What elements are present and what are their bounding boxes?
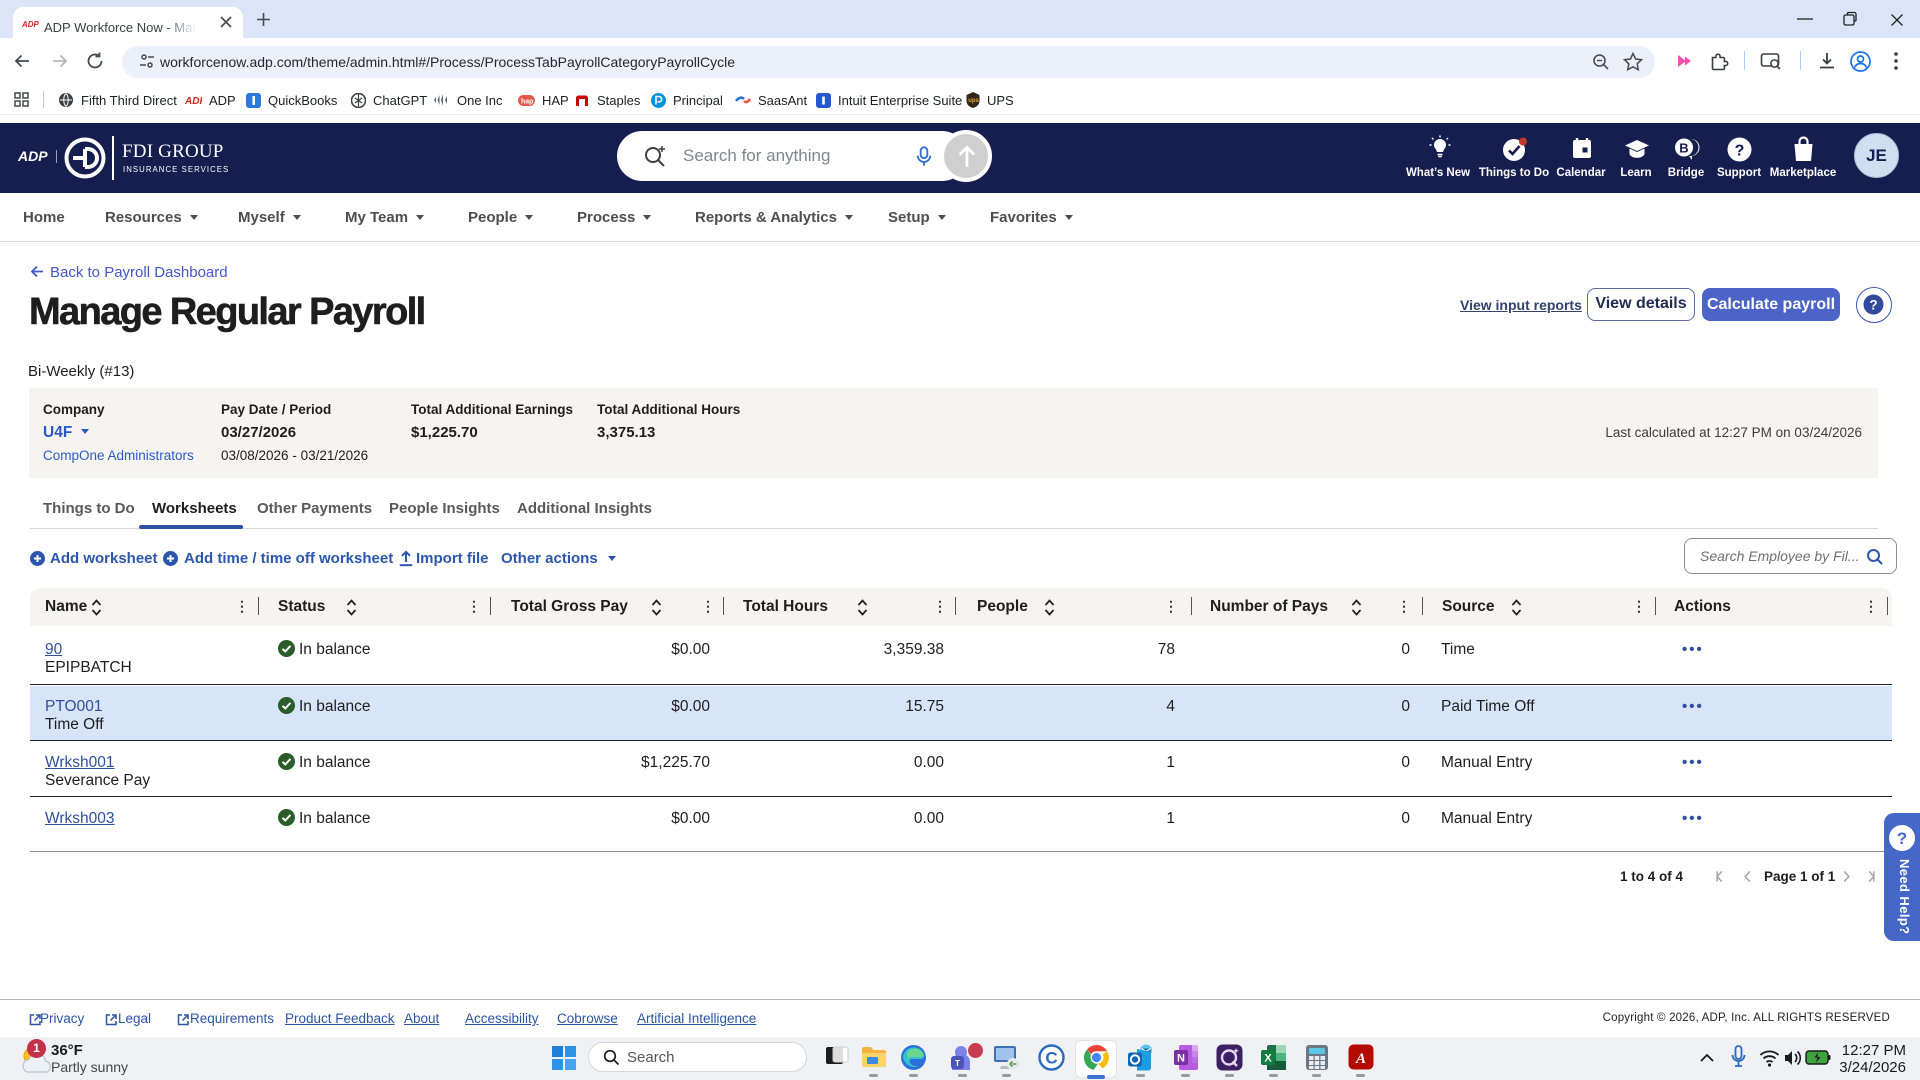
svg-text:C: C — [1045, 1049, 1057, 1068]
svg-text:X: X — [1264, 1053, 1272, 1065]
svg-text:ADP: ADP — [22, 20, 40, 29]
svg-text:A: A — [1355, 1051, 1366, 1067]
svg-text:N: N — [1177, 1053, 1185, 1065]
svg-text:hap: hap — [521, 98, 533, 105]
svg-text:?: ? — [1735, 143, 1745, 160]
svg-text:ADP: ADP — [18, 148, 48, 164]
svg-text:?: ? — [1869, 298, 1877, 313]
svg-text:ups: ups — [968, 98, 979, 104]
svg-text:ADP: ADP — [185, 96, 202, 106]
svg-text:B: B — [1679, 141, 1688, 156]
svg-text:T: T — [955, 1058, 961, 1068]
svg-text:?: ? — [1897, 829, 1907, 848]
